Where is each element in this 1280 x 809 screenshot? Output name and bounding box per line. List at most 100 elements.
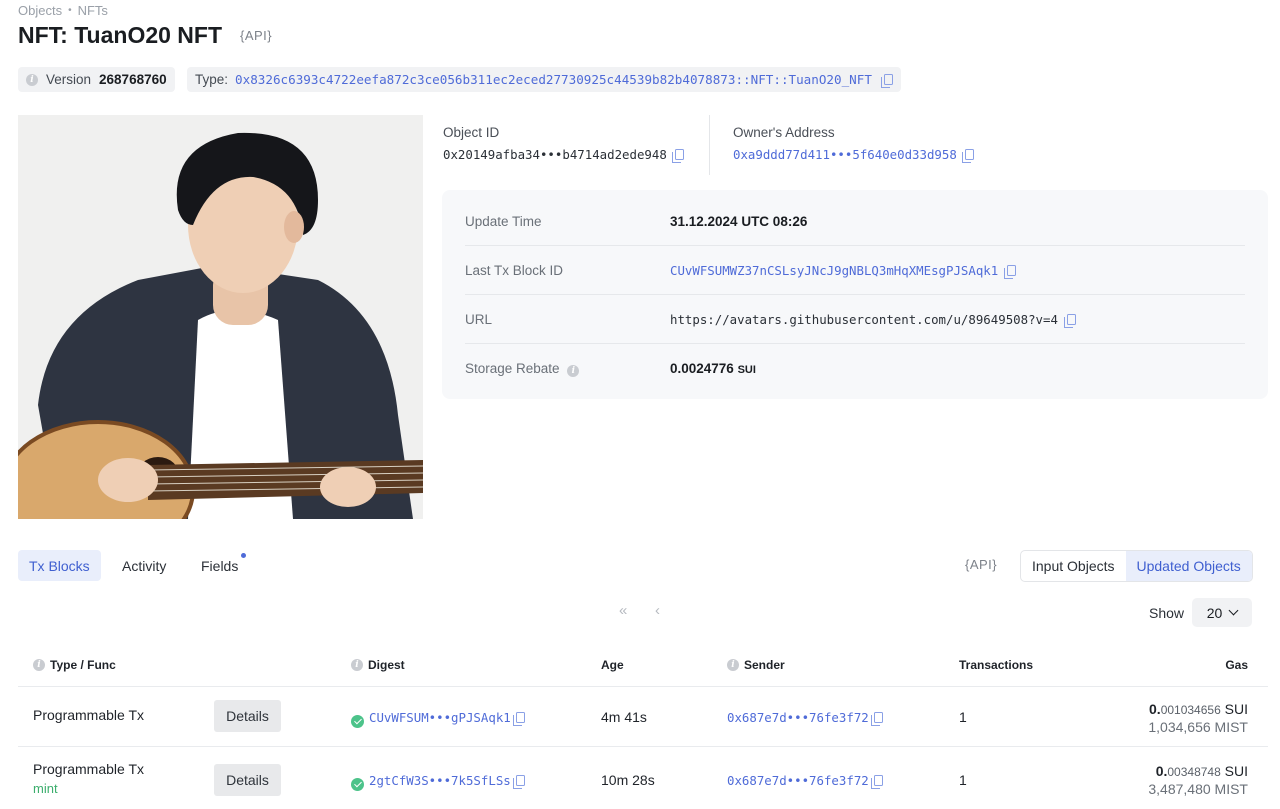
page-size-value: 20 <box>1206 604 1223 621</box>
gas-mist: 1,034,656 MIST <box>1148 719 1248 735</box>
updated-objects-button[interactable]: Updated Objects <box>1125 551 1252 581</box>
gas-fraction: 001034656 <box>1160 703 1221 717</box>
details-button[interactable]: Details <box>214 700 281 732</box>
copy-icon[interactable] <box>1004 264 1016 279</box>
url-label: URL <box>465 311 493 327</box>
copy-icon[interactable] <box>512 775 525 789</box>
gas-mist: 3,487,480 MIST <box>1148 781 1248 797</box>
divider <box>709 115 710 175</box>
storage-rebate-label-wrap: Storage Rebate i <box>465 361 670 377</box>
chevron-down-icon <box>1228 605 1239 616</box>
api-link[interactable]: {API} <box>965 557 997 572</box>
gas-fraction: 00348748 <box>1167 765 1221 779</box>
last-tx-link[interactable]: CUvWFSUMWZ37nCSLsyJNcJ9gNBLQ3mHqXMEsgPJS… <box>670 263 998 278</box>
version-pill: i Version 268768760 <box>18 67 175 92</box>
breadcrumb-separator: • <box>68 5 72 16</box>
info-icon[interactable]: i <box>567 364 580 377</box>
url-row: URL https://avatars.githubusercontent.co… <box>465 295 1245 344</box>
storage-rebate-unit: SUI <box>737 364 756 376</box>
divider <box>18 746 1268 747</box>
tab-activity[interactable]: Activity <box>111 550 177 581</box>
update-time-value: 31.12.2024 UTC 08:26 <box>670 213 808 229</box>
nft-image <box>18 115 423 519</box>
age-value: 4m 41s <box>601 709 647 725</box>
breadcrumb-objects[interactable]: Objects <box>18 3 62 18</box>
gas-cell: 0.001034656 SUI 1,034,656 MIST <box>1148 701 1248 736</box>
update-time-label: Update Time <box>465 213 542 229</box>
nft-portrait-illustration <box>18 115 423 519</box>
copy-icon[interactable] <box>512 712 525 726</box>
copy-icon[interactable] <box>672 149 685 163</box>
last-tx-row: Last Tx Block ID CUvWFSUMWZ37nCSLsyJNcJ9… <box>465 246 1245 295</box>
input-objects-button[interactable]: Input Objects <box>1021 551 1126 581</box>
tx-type: Programmable Tx <box>33 707 145 723</box>
sender-link[interactable]: 0x687e7d•••76fe3f72 <box>727 773 869 788</box>
version-value: 268768760 <box>99 72 167 87</box>
copy-icon[interactable] <box>870 775 883 789</box>
divider <box>18 686 1268 687</box>
column-header-label: Gas <box>1225 658 1248 672</box>
digest-cell: CUvWFSUM•••gPJSAqk1 <box>351 709 525 728</box>
breadcrumb: Objects • NFTs <box>18 3 108 18</box>
copy-icon[interactable] <box>962 149 975 163</box>
notification-dot <box>241 553 246 558</box>
version-label: Version <box>46 72 92 87</box>
details-button[interactable]: Details <box>214 764 281 796</box>
type-value-link[interactable]: 0x8326c6393c4722eefa872c3ce056b311ec2ece… <box>235 72 872 87</box>
url-value: https://avatars.githubusercontent.com/u/… <box>670 311 1058 327</box>
object-details-panel: Update Time 31.12.2024 UTC 08:26 Last Tx… <box>442 190 1268 399</box>
column-header-label: Digest <box>368 658 405 672</box>
tab-tx-blocks[interactable]: Tx Blocks <box>18 550 101 581</box>
first-page-button[interactable]: « <box>619 602 627 619</box>
show-label: Show <box>1149 605 1185 621</box>
page-title: NFT: TuanO20 NFT <box>18 22 223 48</box>
column-header-gas: Gas <box>1225 658 1248 672</box>
info-icon[interactable]: i <box>33 659 45 671</box>
column-header-label: Transactions <box>959 658 1034 672</box>
owner-address-row: 0xa9ddd77d411•••5f640e0d33d958 <box>733 147 975 163</box>
url-value-wrap: https://avatars.githubusercontent.com/u/… <box>670 311 1076 328</box>
last-tx-value-wrap: CUvWFSUMWZ37nCSLsyJNcJ9gNBLQ3mHqXMEsgPJS… <box>670 263 1016 279</box>
owner-address-link[interactable]: 0xa9ddd77d411•••5f640e0d33d958 <box>733 147 957 162</box>
digest-link[interactable]: CUvWFSUM•••gPJSAqk1 <box>369 710 511 725</box>
previous-page-button[interactable]: ‹ <box>655 602 660 619</box>
object-id-block: Object ID 0x20149afba34•••b4714ad2ede948 <box>443 125 685 163</box>
storage-rebate-value-wrap: 0.0024776 SUI <box>670 361 756 376</box>
storage-rebate-row: Storage Rebate i 0.0024776 SUI <box>465 344 1245 393</box>
info-icon[interactable]: i <box>26 73 38 86</box>
column-header-label: Type / Func <box>50 658 116 672</box>
objects-toggle: Input Objects Updated Objects <box>1020 550 1253 582</box>
digest-link[interactable]: 2gtCfW3S•••7k5SfLSs <box>369 773 511 788</box>
column-header-transactions: Transactions <box>959 658 1033 672</box>
copy-icon[interactable] <box>1063 313 1076 328</box>
gas-sui-line: 0.00348748 SUI <box>1148 763 1248 781</box>
gas-main: 0. <box>1149 701 1161 717</box>
type-label: Type: <box>195 72 229 87</box>
copy-icon[interactable] <box>880 74 893 88</box>
tx-function-tag: mint <box>33 781 58 796</box>
api-link[interactable]: {API} <box>240 28 272 43</box>
info-icon[interactable]: i <box>351 659 363 671</box>
update-time-row: Update Time 31.12.2024 UTC 08:26 <box>465 197 1245 246</box>
sender-link[interactable]: 0x687e7d•••76fe3f72 <box>727 710 869 725</box>
column-header-sender: i Sender <box>727 658 785 672</box>
gas-main: 0. <box>1155 763 1168 779</box>
info-icon[interactable]: i <box>727 659 739 671</box>
breadcrumb-nfts[interactable]: NFTs <box>78 3 108 18</box>
gas-unit: SUI <box>1224 701 1248 717</box>
owner-address-block: Owner's Address 0xa9ddd77d411•••5f640e0d… <box>733 125 975 163</box>
sender-cell: 0x687e7d•••76fe3f72 <box>727 772 883 789</box>
check-circle-icon <box>351 715 364 728</box>
gas-sui-line: 0.001034656 SUI <box>1148 701 1248 719</box>
copy-icon[interactable] <box>870 712 883 726</box>
column-header-digest: i Digest <box>351 658 405 672</box>
tx-type: Programmable Tx <box>33 761 145 777</box>
object-id-value: 0x20149afba34•••b4714ad2ede948 <box>443 147 667 162</box>
storage-rebate-label: Storage Rebate <box>465 360 560 376</box>
object-id-row: 0x20149afba34•••b4714ad2ede948 <box>443 147 685 163</box>
column-header-label: Sender <box>744 658 785 672</box>
transactions-count: 1 <box>959 772 967 788</box>
gas-unit: SUI <box>1224 763 1248 779</box>
page-size-select[interactable]: 20 <box>1192 598 1252 627</box>
age-value: 10m 28s <box>601 772 655 788</box>
